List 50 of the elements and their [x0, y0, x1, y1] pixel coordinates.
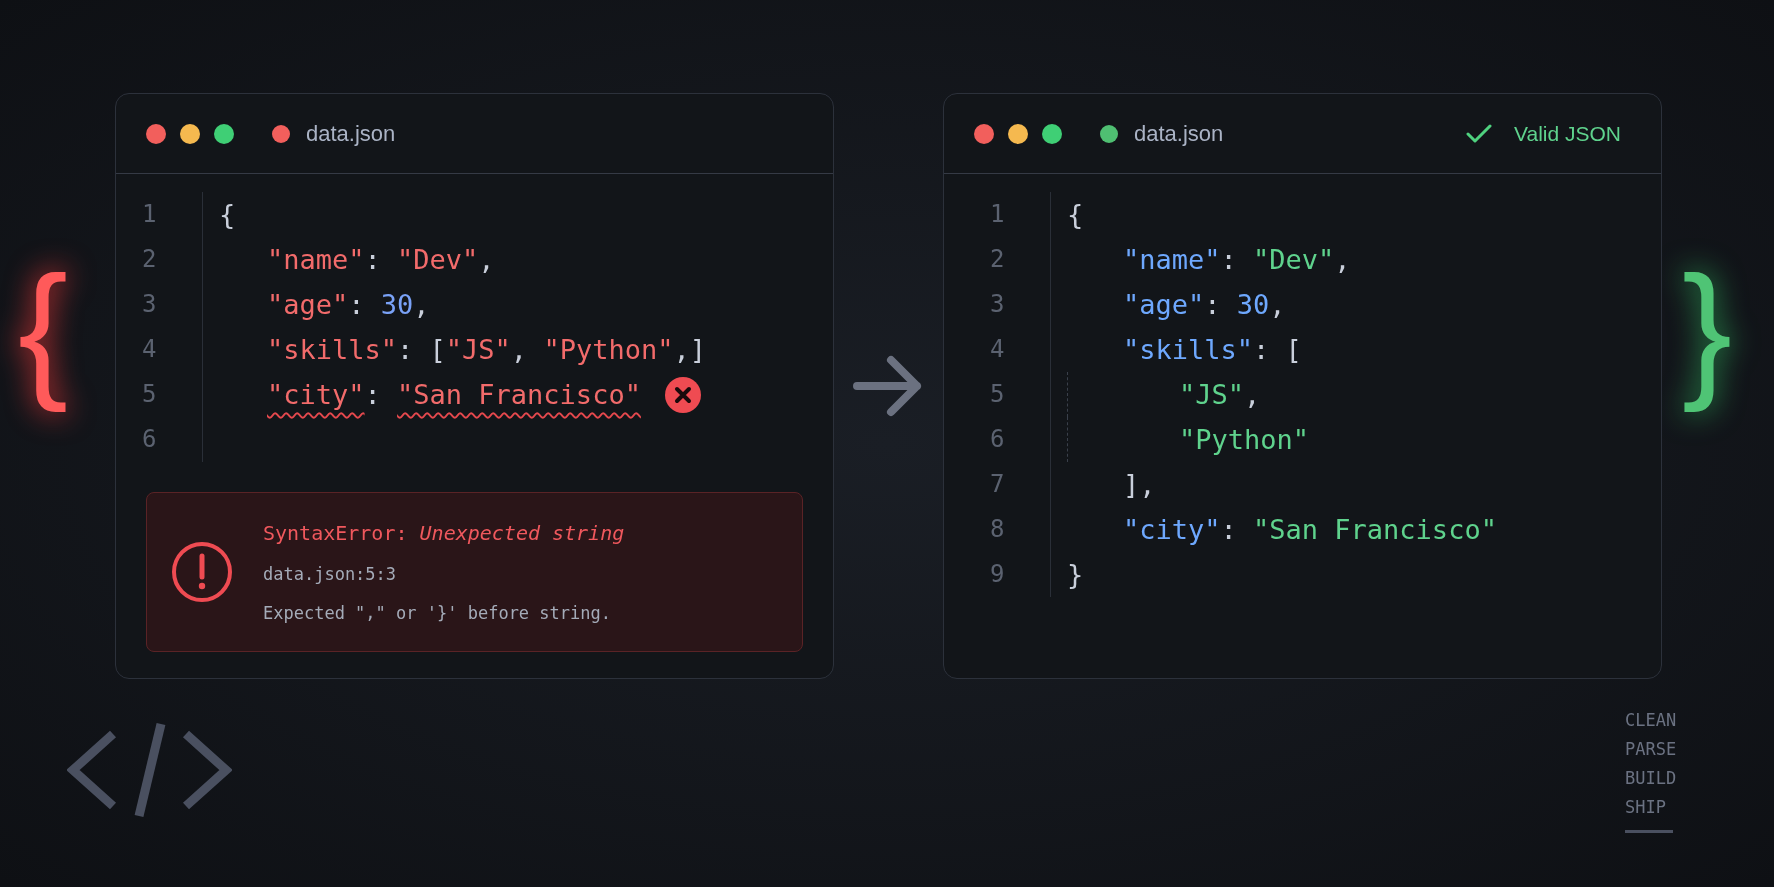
code-line: "name": "Dev", — [267, 243, 495, 277]
file-name[interactable]: data.json — [1134, 117, 1224, 150]
line-number: 7 — [990, 469, 1006, 500]
line-number: 3 — [990, 289, 1006, 320]
code-line: "skills": ["JS", "Python",] — [267, 333, 706, 367]
line-number: 2 — [990, 244, 1006, 275]
code-icon — [67, 722, 232, 818]
alert-icon — [171, 541, 233, 603]
step-label: BUILD — [1625, 768, 1677, 789]
minimize-button[interactable] — [180, 123, 200, 144]
code-line: "city": "San Francisco" — [1123, 513, 1497, 547]
line-number: 1 — [142, 199, 158, 230]
line-number: 4 — [142, 334, 158, 365]
code-line: "JS", — [1179, 378, 1261, 412]
line-number: 1 — [990, 199, 1006, 230]
error-location: data.json:5:3 — [263, 562, 398, 586]
maximize-button[interactable] — [1042, 123, 1062, 144]
line-number: 4 — [990, 334, 1006, 365]
close-button[interactable] — [146, 123, 166, 144]
line-number: 9 — [990, 559, 1006, 590]
line-number: 2 — [142, 244, 158, 275]
code-line: } — [1067, 558, 1084, 592]
code-line: "age": 30, — [1123, 288, 1286, 322]
code-line: ], — [1123, 468, 1156, 502]
close-button[interactable] — [974, 123, 994, 144]
step-label: CLEAN — [1625, 710, 1677, 731]
maximize-button[interactable] — [214, 123, 234, 144]
brace-symbol: } — [1681, 244, 1734, 415]
file-name[interactable]: data.json — [306, 117, 396, 150]
line-number: 6 — [142, 424, 158, 455]
check-icon — [1466, 123, 1492, 144]
error-title: SyntaxError: Unexpected string — [263, 519, 625, 547]
brace-symbol: { — [17, 244, 70, 415]
line-number: 5 — [990, 379, 1006, 410]
error-message: Expected "," or '}' before string. — [263, 602, 612, 625]
status-text: Valid JSON — [1514, 120, 1621, 147]
line-number: 3 — [142, 289, 158, 320]
code-line: "age": 30, — [267, 288, 430, 322]
line-number: 6 — [990, 424, 1006, 455]
code-line: "name": "Dev", — [1123, 243, 1351, 277]
code-line: "city": "San Francisco" — [267, 378, 641, 412]
minimize-button[interactable] — [1008, 123, 1028, 144]
line-number: 8 — [990, 514, 1006, 545]
code-line: { — [219, 198, 236, 232]
line-number: 5 — [142, 379, 158, 410]
step-label: SHIP — [1625, 797, 1667, 818]
code-line: "Python" — [1179, 423, 1310, 457]
code-line: "skills": [ — [1123, 333, 1302, 367]
code-line: { — [1067, 198, 1084, 232]
step-label: PARSE — [1625, 739, 1677, 760]
